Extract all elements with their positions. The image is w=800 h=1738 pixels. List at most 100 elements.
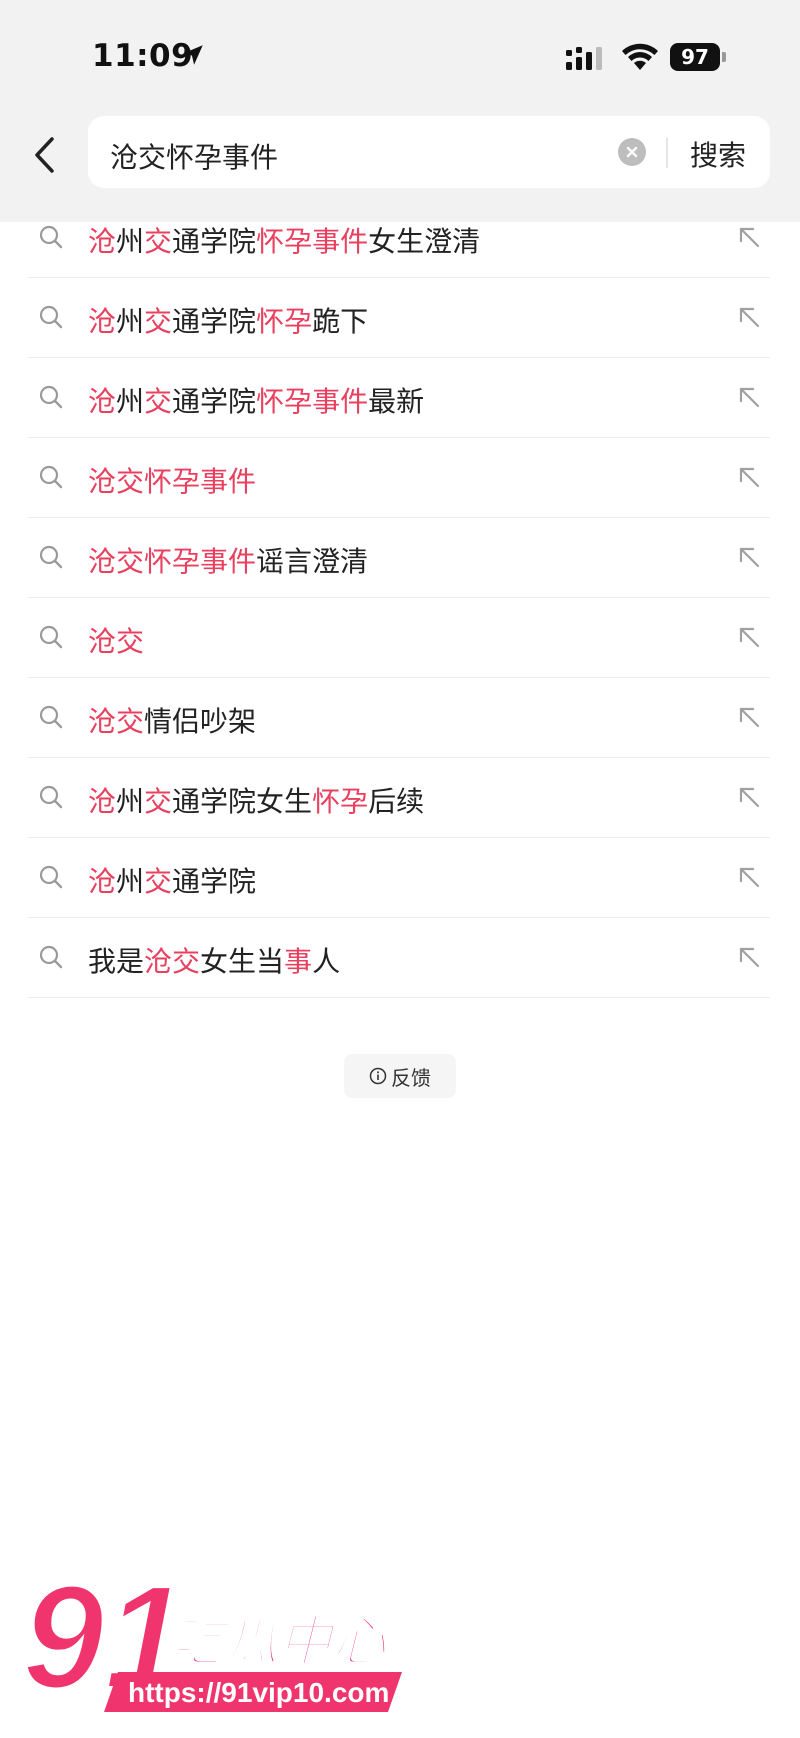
watermark-logo: 91 吃瓜中心 https://91vip10.com <box>20 1560 402 1722</box>
text-segment: 通学院女生 <box>172 785 313 818</box>
feedback-label: 反馈 <box>391 1065 431 1090</box>
status-bar: 11:09 97 <box>0 0 800 112</box>
suggestion-text: 沧交怀孕事件谣言澄清 <box>88 540 368 580</box>
fill-query-arrow-icon[interactable] <box>734 382 764 412</box>
highlight-segment: 沧交 <box>88 705 145 738</box>
search-box[interactable]: 沧交怀孕事件 搜索 <box>88 116 770 188</box>
suggestion-item[interactable]: 沧州交通学院怀孕跪下 <box>28 278 770 358</box>
fill-query-arrow-icon[interactable] <box>734 542 764 572</box>
search-icon <box>39 785 63 809</box>
clear-search-button[interactable] <box>618 138 646 166</box>
highlight-segment: 沧交怀孕事件 <box>88 465 257 498</box>
text-segment: 通学院 <box>172 385 257 418</box>
search-icon <box>39 305 63 329</box>
suggestion-item[interactable]: 沧交 <box>28 598 770 678</box>
text-segment: 州 <box>116 225 145 258</box>
fill-query-arrow-icon[interactable] <box>734 782 764 812</box>
search-icon <box>39 465 63 489</box>
back-button[interactable] <box>22 130 66 180</box>
text-segment: 女生当 <box>200 945 285 978</box>
text-segment: 州 <box>116 385 145 418</box>
suggestion-text: 沧州交通学院怀孕跪下 <box>88 300 368 340</box>
wifi-icon <box>622 43 658 70</box>
suggestion-text: 沧交情侣吵架 <box>88 700 256 740</box>
text-segment: 我是 <box>88 945 145 978</box>
highlight-segment: 沧 <box>88 225 117 258</box>
suggestion-item[interactable]: 沧交怀孕事件 <box>28 438 770 518</box>
location-arrow-icon <box>183 45 203 65</box>
search-icon <box>39 385 63 409</box>
text-segment: 通学院 <box>172 225 257 258</box>
chevron-left-icon <box>35 137 54 173</box>
highlight-segment: 怀孕 <box>312 785 369 818</box>
suggestion-item[interactable]: 沧交情侣吵架 <box>28 678 770 758</box>
watermark-brand: 吃瓜中心 <box>170 1610 388 1673</box>
text-segment: 情侣吵架 <box>144 705 257 738</box>
info-icon <box>369 1067 387 1085</box>
highlight-segment: 交 <box>144 385 173 418</box>
suggestion-text: 沧州交通学院 <box>88 860 256 900</box>
highlight-segment: 怀孕 <box>256 305 313 338</box>
search-icon <box>39 945 63 969</box>
highlight-segment: 交 <box>144 865 173 898</box>
search-icon <box>39 545 63 569</box>
fill-query-arrow-icon[interactable] <box>734 622 764 652</box>
suggestion-list: 沧州交通学院怀孕事件女生澄清 沧州交通学院怀孕跪下 沧州交通学院怀孕事件最新 沧交怀孕… <box>28 198 770 998</box>
suggestion-item[interactable]: 沧州交通学院怀孕事件女生澄清 <box>28 198 770 278</box>
close-icon <box>626 146 638 158</box>
highlight-segment: 事 <box>284 945 313 978</box>
text-segment: 通学院 <box>172 865 257 898</box>
suggestion-item[interactable]: 沧州交通学院怀孕事件最新 <box>28 358 770 438</box>
fill-query-arrow-icon[interactable] <box>734 462 764 492</box>
suggestion-item[interactable]: 沧交怀孕事件谣言澄清 <box>28 518 770 598</box>
search-icon <box>39 865 63 889</box>
text-segment: 州 <box>116 785 145 818</box>
text-segment: 通学院 <box>172 305 257 338</box>
suggestion-text: 我是沧交女生当事人 <box>88 940 340 980</box>
fill-query-arrow-icon[interactable] <box>734 942 764 972</box>
highlight-segment: 沧 <box>88 785 117 818</box>
text-segment: 人 <box>312 945 341 978</box>
suggestion-text: 沧交怀孕事件 <box>88 460 256 500</box>
suggestion-text: 沧州交通学院怀孕事件最新 <box>88 380 424 420</box>
search-input[interactable]: 沧交怀孕事件 <box>110 136 278 176</box>
highlight-segment: 沧交怀孕事件 <box>88 545 257 578</box>
search-icon <box>39 705 63 729</box>
battery-level: 97 <box>670 43 720 71</box>
text-segment: 最新 <box>368 385 425 418</box>
highlight-segment: 沧 <box>88 305 117 338</box>
battery-indicator: 97 <box>670 43 726 71</box>
highlight-segment: 交 <box>144 785 173 818</box>
suggestion-item[interactable]: 沧州交通学院女生怀孕后续 <box>28 758 770 838</box>
highlight-segment: 交 <box>144 225 173 258</box>
text-segment: 跪下 <box>312 305 369 338</box>
fill-query-arrow-icon[interactable] <box>734 222 764 252</box>
highlight-segment: 沧交 <box>88 625 145 658</box>
fill-query-arrow-icon[interactable] <box>734 862 764 892</box>
suggestion-text: 沧州交通学院女生怀孕后续 <box>88 780 424 820</box>
fill-query-arrow-icon[interactable] <box>734 302 764 332</box>
text-segment: 女生澄清 <box>368 225 481 258</box>
fill-query-arrow-icon[interactable] <box>734 702 764 732</box>
highlight-segment: 怀孕事件 <box>256 385 369 418</box>
text-segment: 州 <box>116 305 145 338</box>
text-segment: 谣言澄清 <box>256 545 369 578</box>
status-time: 11:09 <box>92 38 194 74</box>
battery-tip <box>722 52 726 62</box>
search-divider <box>666 138 668 168</box>
search-icon <box>39 225 63 249</box>
suggestion-item[interactable]: 沧州交通学院 <box>28 838 770 918</box>
suggestion-text: 沧交 <box>88 620 144 660</box>
text-segment: 州 <box>116 865 145 898</box>
text-segment: 后续 <box>368 785 425 818</box>
highlight-segment: 沧 <box>88 865 117 898</box>
highlight-segment: 交 <box>144 305 173 338</box>
feedback-button[interactable]: 反馈 <box>344 1054 456 1098</box>
highlight-segment: 沧交 <box>144 945 201 978</box>
search-button[interactable]: 搜索 <box>690 134 746 174</box>
suggestion-item[interactable]: 我是沧交女生当事人 <box>28 918 770 998</box>
watermark-url: https://91vip10.com <box>128 1677 389 1708</box>
cellular-signal-icon <box>566 47 602 70</box>
suggestion-text: 沧州交通学院怀孕事件女生澄清 <box>88 220 480 260</box>
highlight-segment: 怀孕事件 <box>256 225 369 258</box>
